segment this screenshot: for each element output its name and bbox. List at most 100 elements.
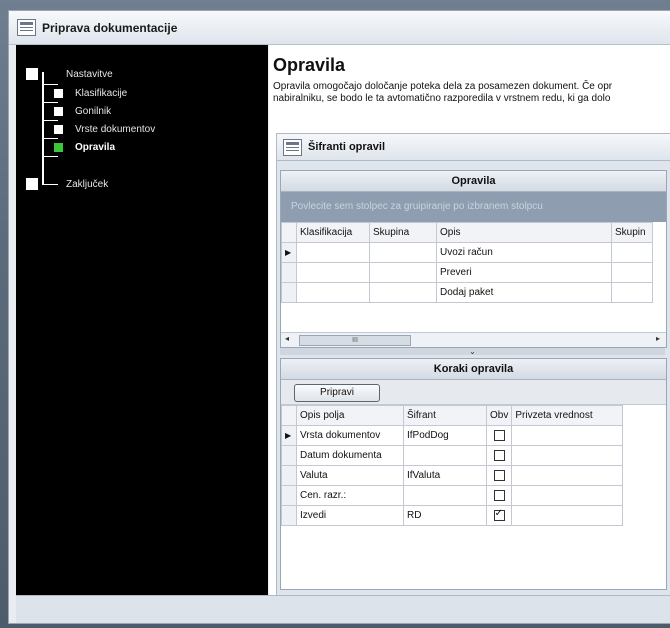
table-cell[interactable]: Preveri	[436, 262, 612, 283]
table-cell[interactable]	[369, 262, 437, 283]
obvezno-cell[interactable]	[485, 425, 513, 446]
koraki-grid: Koraki opravila Pripravi Opis polja Šifr…	[280, 358, 667, 590]
table-cell[interactable]	[296, 282, 370, 303]
row-indicator-icon: ▶	[281, 425, 297, 446]
horizontal-scrollbar[interactable]: ◂ III ▸	[281, 332, 666, 347]
table-cell[interactable]: Uvozi račun	[436, 242, 612, 263]
table-row[interactable]: Valuta IfValuta	[281, 465, 624, 486]
tree-node-icon	[54, 142, 63, 152]
table-row[interactable]: Preveri	[281, 262, 653, 283]
group-by-area[interactable]: Povlecite sem stolpec za gruipiranje po …	[281, 192, 666, 222]
table-cell[interactable]: Izvedi	[296, 505, 404, 526]
navigation-tree: Nastavitve Klasifikacije Gonilnik Vrste …	[16, 45, 268, 595]
column-header[interactable]: Skupina	[369, 222, 437, 243]
obvezno-cell[interactable]	[485, 465, 513, 486]
tree-node-icon	[26, 178, 38, 190]
table-cell[interactable]	[611, 262, 653, 283]
table-cell[interactable]	[369, 282, 437, 303]
tree-item-gonilnik[interactable]: Gonilnik	[54, 103, 111, 119]
table-header-row: Opis polja Šifrant Obv Privzeta vrednost	[281, 405, 624, 426]
table-header-row: Klasifikacija Skupina Opis Skupin	[281, 222, 653, 243]
obvezno-cell[interactable]	[485, 505, 513, 526]
tree-node-icon	[54, 124, 63, 134]
table-cell[interactable]	[511, 465, 624, 486]
scroll-right-icon[interactable]: ▸	[656, 334, 660, 343]
obvezno-cell[interactable]	[485, 445, 513, 466]
tree-item-label: Zaključek	[66, 178, 109, 190]
sifranti-panel: Šifranti opravil Opravila Povlecite sem …	[276, 133, 670, 595]
table-cell[interactable]: Cen. razr.:	[296, 485, 404, 506]
table-cell[interactable]	[403, 445, 487, 466]
page-title: Opravila	[273, 55, 346, 75]
column-header[interactable]: Privzeta vrednost	[511, 405, 624, 426]
tree-item-label: Nastavitve	[66, 68, 113, 80]
obvezno-cell[interactable]	[485, 485, 513, 506]
column-header[interactable]: Klasifikacija	[296, 222, 370, 243]
window-icon	[17, 19, 36, 36]
table-cell[interactable]	[511, 425, 624, 446]
table-cell[interactable]: IfPodDog	[403, 425, 487, 446]
tree-item-klasifikacije[interactable]: Klasifikacije	[54, 85, 127, 101]
obvezno-checkbox[interactable]	[493, 429, 505, 441]
table-cell[interactable]	[296, 242, 370, 263]
table-cell[interactable]	[511, 485, 624, 506]
pripravi-button[interactable]: Pripravi	[294, 384, 380, 402]
row-selector	[281, 465, 297, 486]
table-cell[interactable]	[611, 282, 653, 303]
table-row[interactable]: Izvedi RD	[281, 505, 624, 526]
table-cell[interactable]	[403, 485, 487, 506]
table-cell[interactable]	[511, 445, 624, 466]
table-row[interactable]: Dodaj paket	[281, 282, 653, 303]
row-selector-header	[281, 405, 297, 426]
tree-item-label: Opravila	[75, 141, 116, 153]
table-cell[interactable]: Valuta	[296, 465, 404, 486]
tree-item-label: Klasifikacije	[75, 87, 128, 99]
row-selector	[281, 282, 297, 303]
column-header[interactable]: Šifrant	[403, 405, 487, 426]
table-row[interactable]: ▶ Uvozi račun	[281, 242, 653, 263]
tree-item-zakljucek[interactable]: Zaključek	[26, 176, 108, 192]
table-cell[interactable]: Datum dokumenta	[296, 445, 404, 466]
table-row[interactable]: ▶ Vrsta dokumentov IfPodDog	[281, 425, 624, 446]
column-header[interactable]: Obv	[485, 405, 513, 426]
title-bar: Priprava dokumentacije	[9, 11, 670, 45]
panel-splitter[interactable]: ⌄	[280, 347, 665, 356]
tree-item-nastavitve[interactable]: Nastavitve	[26, 66, 113, 82]
row-selector	[281, 445, 297, 466]
tree-connector	[42, 156, 58, 157]
tree-node-icon	[26, 68, 38, 80]
table-cell[interactable]	[369, 242, 437, 263]
table-cell[interactable]: IfValuta	[403, 465, 487, 486]
koraki-table: Opis polja Šifrant Obv Privzeta vrednost…	[281, 405, 624, 526]
table-cell[interactable]: RD	[403, 505, 487, 526]
table-row[interactable]: Datum dokumenta	[281, 445, 624, 466]
table-cell[interactable]	[296, 262, 370, 283]
opravila-table: Klasifikacija Skupina Opis Skupin ▶ Uvoz…	[281, 222, 653, 303]
scroll-left-icon[interactable]: ◂	[285, 334, 289, 343]
table-row[interactable]: Cen. razr.:	[281, 485, 624, 506]
main-window: Priprava dokumentacije Nastavitve Klasif…	[8, 10, 670, 624]
obvezno-checkbox[interactable]	[493, 469, 505, 481]
column-header[interactable]: Skupin	[611, 222, 653, 243]
column-header[interactable]: Opis	[436, 222, 612, 243]
table-cell[interactable]: Dodaj paket	[436, 282, 612, 303]
tree-item-opravila[interactable]: Opravila	[54, 139, 115, 155]
obvezno-checkbox[interactable]	[493, 449, 505, 461]
obvezno-checkbox[interactable]	[493, 489, 505, 501]
tree-item-label: Vrste dokumentov	[75, 123, 156, 135]
column-header[interactable]: Opis polja	[296, 405, 404, 426]
tree-node-icon	[54, 106, 63, 116]
table-cell[interactable]	[611, 242, 653, 263]
table-cell[interactable]	[511, 505, 624, 526]
table-cell[interactable]: Vrsta dokumentov	[296, 425, 404, 446]
koraki-toolbar: Pripravi	[281, 380, 666, 405]
row-selector	[281, 505, 297, 526]
row-indicator-icon: ▶	[281, 242, 297, 263]
obvezno-checkbox-checked[interactable]	[493, 508, 505, 521]
panel-header: Šifranti opravil	[277, 134, 670, 161]
scroll-thumb[interactable]: III	[299, 335, 411, 346]
window-title: Priprava dokumentacije	[42, 20, 178, 35]
tree-item-vrste-dokumentov[interactable]: Vrste dokumentov	[54, 121, 155, 137]
tree-connector	[42, 72, 44, 184]
chevron-down-icon: ⌄	[469, 347, 476, 356]
